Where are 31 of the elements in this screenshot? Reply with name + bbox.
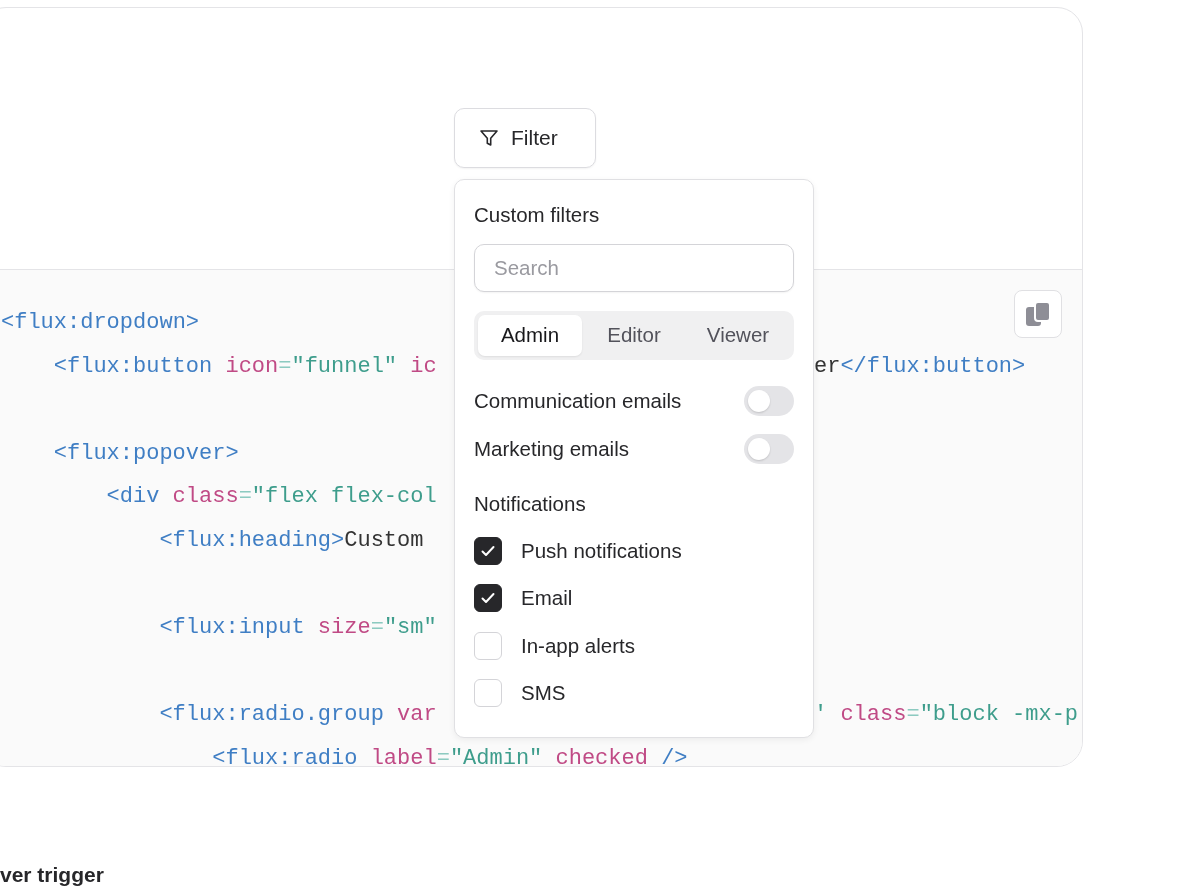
- role-tab[interactable]: Admin: [478, 314, 582, 356]
- toggle-switch[interactable]: [744, 386, 794, 417]
- toggle-label: Communication emails: [474, 389, 682, 414]
- checkbox[interactable]: [474, 584, 502, 613]
- code-line: <flux:input size="sm": [159, 615, 437, 641]
- filter-button[interactable]: Filter: [454, 108, 596, 168]
- toggle-switch[interactable]: [744, 433, 794, 464]
- code-line: <flux:button icon="funnel" ic: [53, 353, 437, 379]
- code-line: <flux:popover>: [53, 440, 239, 466]
- checkbox[interactable]: [474, 536, 502, 565]
- popover-heading: Custom filters: [474, 202, 600, 228]
- copy-icon: [1025, 300, 1051, 328]
- role-tab[interactable]: Viewer: [686, 314, 790, 356]
- code-line: er</flux:button>: [814, 352, 1026, 381]
- checkbox-label: In-app alerts: [521, 633, 635, 658]
- role-tab[interactable]: Editor: [582, 314, 686, 356]
- code-line: <flux:radio label="Admin" checked />: [212, 745, 688, 766]
- search-field[interactable]: Search: [474, 244, 794, 292]
- code-line: <div class="flex flex-col: [106, 484, 437, 510]
- code-line: <flux:dropdown>: [1, 310, 200, 335]
- checkbox-label: SMS: [521, 681, 566, 706]
- section-label: Notifications: [474, 490, 586, 517]
- code-line: <flux:heading>Custom: [159, 527, 424, 553]
- checkbox-label: Push notifications: [521, 538, 682, 563]
- code-line: <flux:radio.group var: [159, 702, 437, 728]
- checkbox-label: Email: [521, 586, 573, 611]
- code-line: ' class="block -mx-p: [814, 701, 1079, 730]
- funnel-icon: [479, 128, 499, 148]
- section-heading: ver trigger: [0, 863, 104, 887]
- copy-button[interactable]: [1014, 290, 1062, 338]
- toggle-label: Marketing emails: [474, 436, 629, 461]
